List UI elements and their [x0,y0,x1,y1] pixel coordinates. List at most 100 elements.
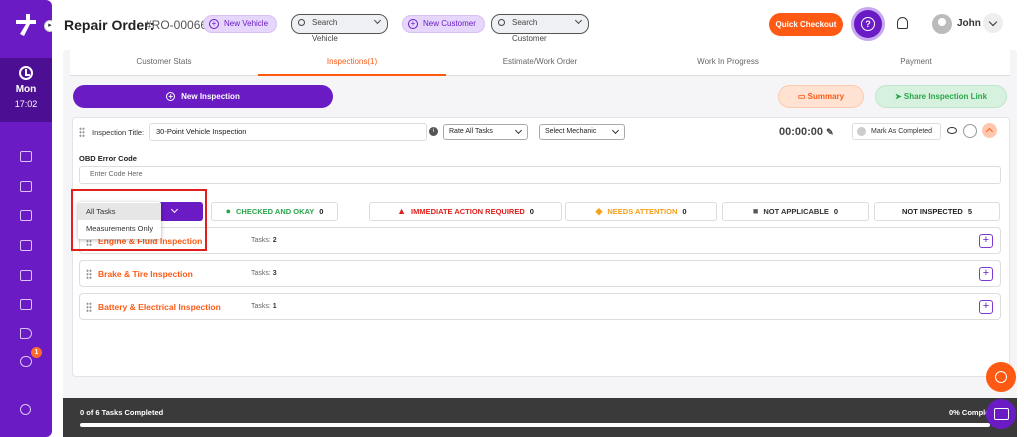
tab-customer-stats[interactable]: Customer Stats [70,50,258,76]
user-name[interactable]: John [957,18,981,29]
app-logo-icon [16,14,36,36]
mark-completed-label: Mark As Completed [871,128,933,135]
bell-icon[interactable] [897,17,908,29]
drag-handle-icon[interactable] [86,269,92,279]
new-inspection-label: New Inspection [181,92,240,101]
question-icon: ? [861,17,875,31]
check-circle-icon [857,127,866,136]
tasks-label: Tasks: [251,270,271,277]
section-tasks: Tasks: 1 [251,303,277,310]
tasks-label: Tasks: [251,303,271,310]
progress-bar [80,423,990,427]
inspection-card: Inspection Title: 30-Point Vehicle Inspe… [72,117,1010,377]
mark-as-completed-button[interactable]: Mark As Completed [852,123,941,140]
tasks-count: 3 [272,270,277,277]
stat-label: NOT APPLICABLE [763,207,829,216]
section-row[interactable]: Engine & Fluid Inspection Tasks: 2 + [79,227,1001,254]
inspection-title-input[interactable]: 30-Point Vehicle Inspection [149,123,427,141]
new-inspection-button[interactable]: + New Inspection [73,85,333,108]
trash-icon[interactable] [963,124,977,138]
section-name[interactable]: Battery & Electrical Inspection [98,302,221,312]
section-tasks: Tasks: 3 [251,270,277,277]
select-mechanic-select[interactable]: Select Mechanic [539,124,625,140]
progress-footer: 0 of 6 Tasks Completed 0% Completed [63,398,1017,437]
send-icon: ➤ [894,92,904,101]
stat-count: 5 [967,207,972,216]
share-label: Share Inspection Link [903,92,988,101]
tab-estimate-work-order[interactable]: Estimate/Work Order [446,50,634,76]
dashboard-icon[interactable] [20,151,32,162]
tasks-label: Tasks: [251,237,271,244]
plus-icon: + [166,92,176,101]
new-vehicle-button[interactable]: + New Vehicle [203,15,278,33]
tasks-count: 2 [272,237,277,244]
bag-icon[interactable] [20,270,32,281]
check-circle-icon: ● [225,206,232,216]
diamond-alert-icon: ◆ [595,206,603,216]
page-title: Repair Order: [64,17,155,33]
new-customer-button[interactable]: + New Customer [402,15,485,33]
stat-count: 0 [682,207,687,216]
plus-icon: + [408,19,418,29]
megaphone-icon[interactable] [20,328,32,339]
summary-label: Summary [807,92,845,101]
stat-count: 0 [319,207,324,216]
stat-not-inspected: NOT INSPECTED 5 [874,202,1000,221]
tab-inspections[interactable]: Inspections(1) [258,50,446,76]
drag-handle-icon[interactable] [79,127,85,137]
add-task-button[interactable]: + [979,267,993,281]
search-icon [298,19,305,26]
chevron-down-icon [373,16,382,25]
add-task-button[interactable]: + [979,234,993,248]
obd-error-code-label: OBD Error Code [79,154,137,163]
new-vehicle-label: New Vehicle [224,19,269,28]
search-vehicle-label: Search Vehicle [312,18,338,43]
search-icon [498,19,505,26]
list-icon[interactable] [20,299,32,310]
obd-error-code-input[interactable]: Enter Code Here [79,166,1001,184]
avatar[interactable] [932,14,952,34]
tab-payment[interactable]: Payment [822,50,1010,76]
stat-count: 0 [529,207,534,216]
stat-not-applicable: ■ NOT APPLICABLE 0 [722,202,869,221]
highlight-box [71,189,207,251]
help-button[interactable]: ? [854,10,882,38]
search-customer-dropdown[interactable]: Search Customer [491,14,589,43]
stat-count: 0 [833,207,839,216]
eye-icon[interactable] [947,127,957,134]
tab-work-in-progress[interactable]: Work In Progress [634,50,822,76]
stat-label: CHECKED AND OKAY [236,207,315,216]
chat-icon[interactable] [20,356,32,367]
stat-label: NOT INSPECTED [901,207,963,216]
inspection-title-label: Inspection Title: [92,128,145,137]
settings-icon[interactable] [20,404,31,415]
quick-checkout-button[interactable]: Quick Checkout [769,13,843,36]
add-task-button[interactable]: + [979,300,993,314]
search-vehicle-dropdown[interactable]: Search Vehicle [291,14,388,43]
chevron-down-icon [574,16,583,25]
clock-icon [19,66,33,80]
drag-handle-icon[interactable] [86,302,92,312]
calendar-icon[interactable] [20,181,32,192]
tab-bar: Customer Stats Inspections(1) Estimate/W… [70,50,1010,76]
new-customer-label: New Customer [423,19,476,28]
chat-fab-button[interactable] [986,399,1016,429]
section-row[interactable]: Battery & Electrical Inspection Tasks: 1… [79,293,1001,320]
clock-widget: Mon 17:02 [0,58,52,122]
rate-all-tasks-select[interactable]: Rate All Tasks [443,124,528,140]
section-row[interactable]: Brake & Tire Inspection Tasks: 3 + [79,260,1001,287]
pencil-icon[interactable]: ✎ [826,127,834,137]
warning-icon: ▲ [397,206,406,216]
plus-icon: + [209,19,219,29]
summary-button[interactable]: ▭ Summary [778,85,864,108]
share-inspection-link-button[interactable]: ➤ Share Inspection Link [875,85,1007,108]
top-bar: Repair Order: #RO-000668 + New Vehicle S… [52,0,1024,50]
section-name[interactable]: Brake & Tire Inspection [98,269,193,279]
user-menu-chevron-icon[interactable] [983,13,1003,33]
stat-needs-attention: ◆ NEEDS ATTENTION 0 [565,202,717,221]
document-icon[interactable] [20,240,32,251]
collapse-chevron-up-icon[interactable] [982,123,997,138]
support-fab-button[interactable] [986,362,1016,392]
board-icon[interactable] [20,210,32,221]
clock-time: 17:02 [14,99,38,109]
